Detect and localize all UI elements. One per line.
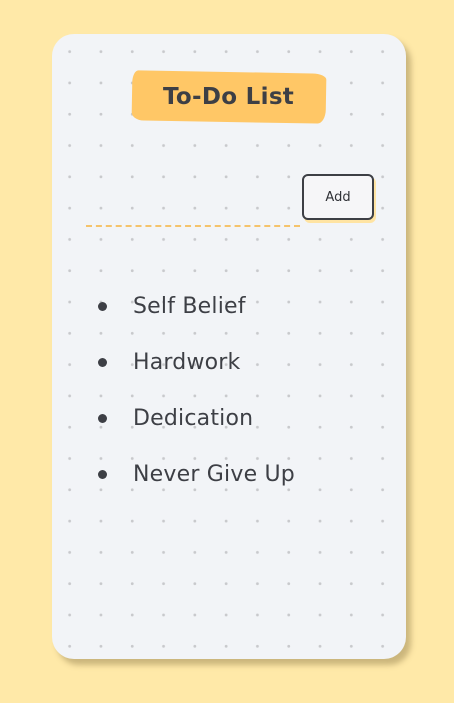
bullet-icon: [98, 469, 107, 479]
todo-list: Self Belief Hardwork Dedication Never Gi…: [90, 278, 295, 502]
page-title: To-Do List: [163, 83, 295, 110]
add-button[interactable]: Add: [302, 174, 374, 220]
list-item[interactable]: Self Belief: [90, 278, 295, 334]
title-badge: To-Do List: [131, 70, 327, 124]
list-item[interactable]: Hardwork: [90, 334, 295, 390]
bullet-icon: [98, 301, 107, 311]
bullet-icon: [98, 357, 107, 367]
todo-input[interactable]: [86, 200, 300, 224]
list-item[interactable]: Never Give Up: [90, 446, 295, 502]
list-item-label: Never Give Up: [133, 461, 295, 487]
list-item-label: Dedication: [133, 405, 254, 431]
todo-card: To-Do List Add Self Belief Hardwork Dedi…: [52, 34, 406, 659]
bullet-icon: [98, 413, 107, 423]
list-item-label: Self Belief: [133, 293, 246, 319]
input-underline: [86, 224, 300, 227]
list-item-label: Hardwork: [133, 349, 241, 375]
list-item[interactable]: Dedication: [90, 390, 295, 446]
